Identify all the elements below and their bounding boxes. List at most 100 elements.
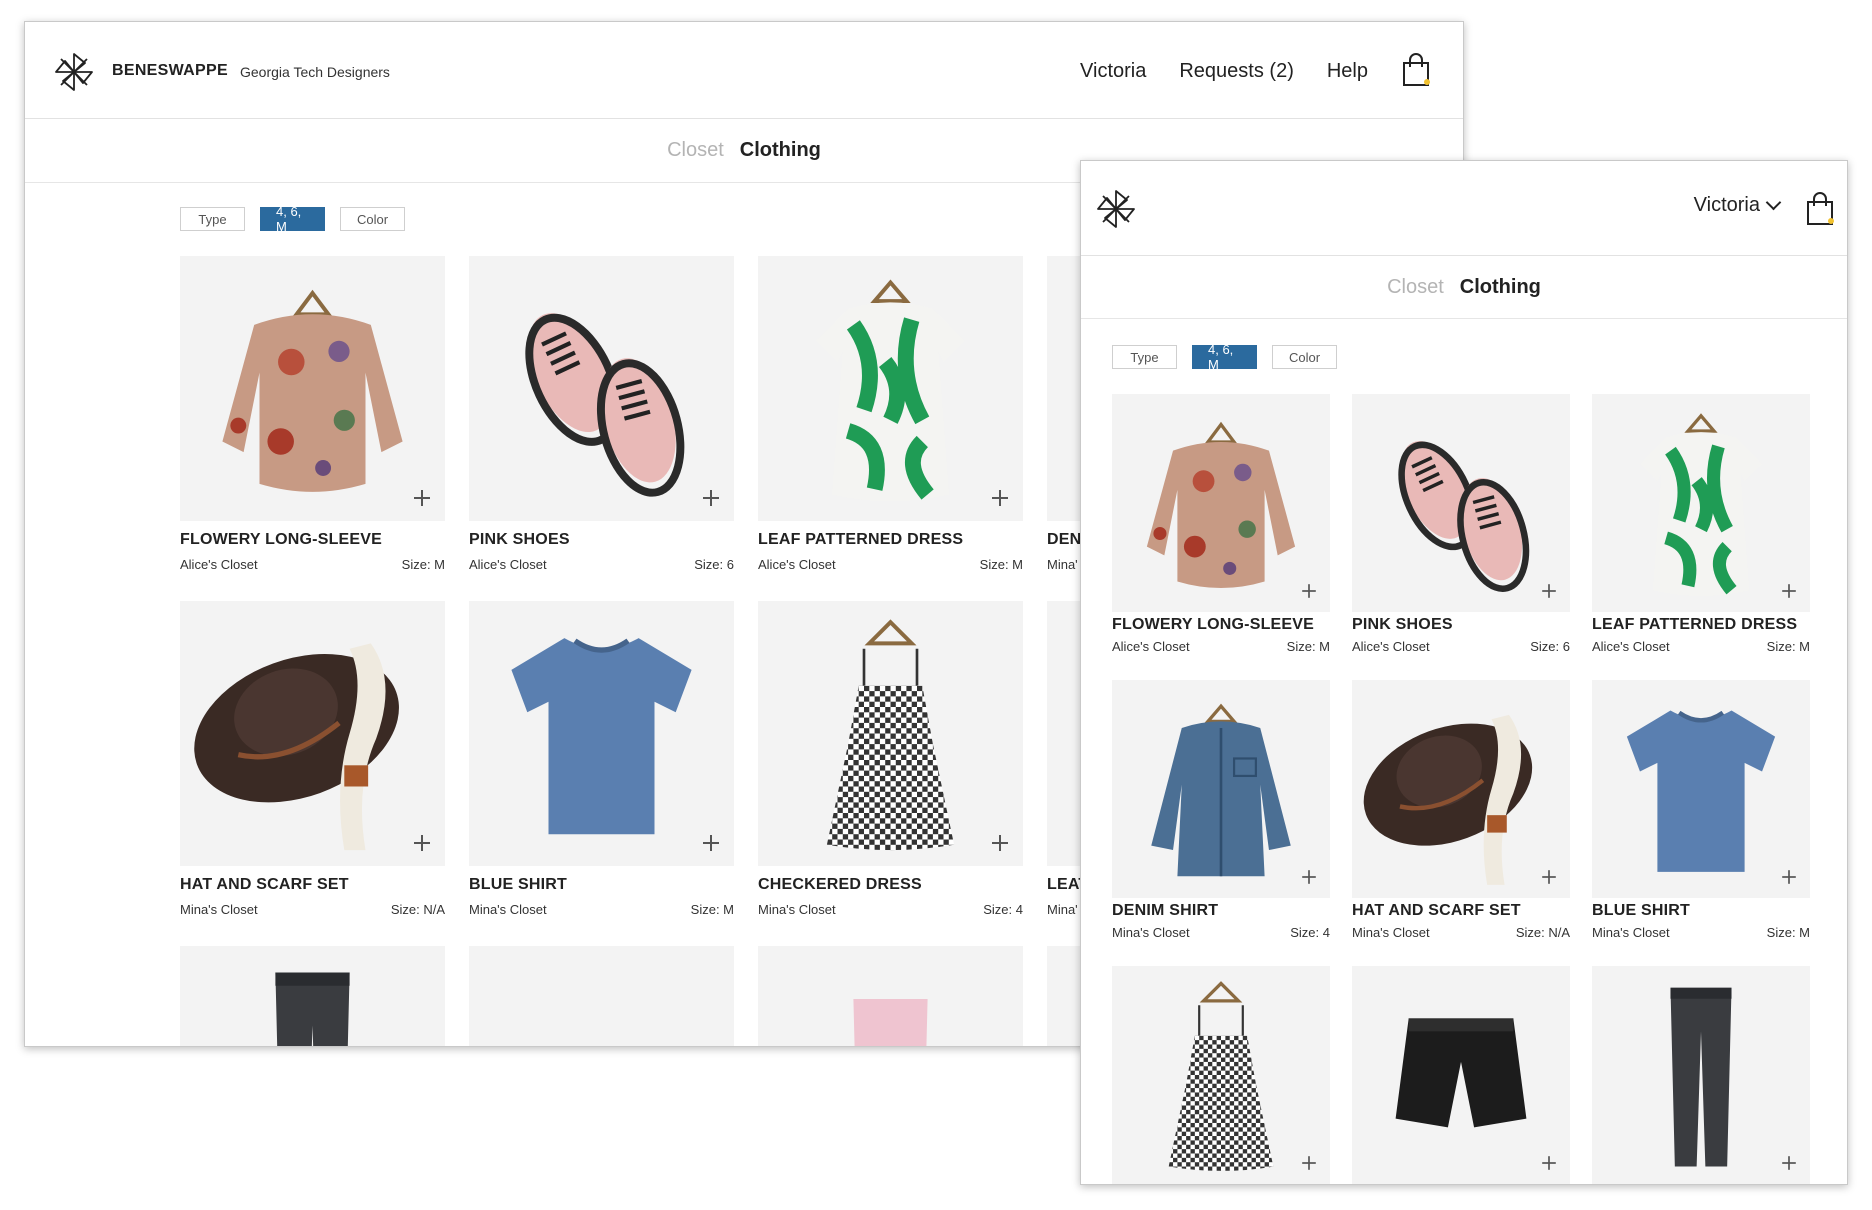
pinwheel-logo-icon[interactable] [53,51,95,93]
product-card[interactable]: DENIM SHIRT Mina's Closet Size: 4 [1112,680,1330,940]
nav-requests[interactable]: Requests (2) [1179,60,1294,83]
product-title[interactable]: HAT AND SCARF SET [180,876,349,894]
product-closet[interactable]: Mina's Closet [1592,925,1670,940]
product-image[interactable] [758,601,1023,866]
product-closet[interactable]: Alice's Closet [1592,639,1670,654]
product-card[interactable]: LEAF PATTERNED DRESS Alice's Closet Size: … [1592,394,1810,654]
nav-user-victoria[interactable]: Victoria [1080,60,1146,83]
product-card[interactable] [469,946,734,1046]
add-to-cart-plus-icon[interactable] [1301,1155,1316,1170]
product-image[interactable] [1112,966,1330,1184]
product-image[interactable] [1592,394,1810,612]
product-image[interactable] [758,946,1023,1046]
add-to-cart-plus-icon[interactable] [1781,1155,1796,1170]
product-title[interactable]: BLUE SHIRT [469,876,567,894]
product-card[interactable]: PINK SHOES Alice's Closet Size: 6 [1352,394,1570,654]
add-to-cart-plus-icon[interactable] [1781,869,1796,884]
product-closet[interactable]: Mina's Closet [1352,925,1430,940]
add-to-cart-plus-icon[interactable] [413,834,431,852]
product-card[interactable]: FLOWERY LONG-SLEEVE Alice's Closet Size: M [180,256,445,572]
product-card[interactable] [1592,966,1810,1184]
product-closet[interactable]: Alice's Closet [469,557,547,572]
product-card[interactable]: BLUE SHIRT Mina's Closet Size: M [1592,680,1810,940]
product-image[interactable] [1592,680,1810,898]
add-to-cart-plus-icon[interactable] [1541,869,1556,884]
product-card[interactable] [1112,966,1330,1184]
product-image[interactable] [469,601,734,866]
product-title[interactable]: BLUE SHIRT [1592,902,1690,920]
product-title[interactable]: HAT AND SCARF SET [1352,902,1521,920]
nav-help[interactable]: Help [1327,60,1368,83]
product-closet[interactable]: Alice's Closet [1112,639,1190,654]
product-image[interactable] [180,946,445,1046]
filter-type[interactable]: Type [180,207,245,231]
breadcrumb-closet[interactable]: Closet [667,139,724,162]
product-image[interactable] [1352,680,1570,898]
product-card[interactable]: LEAF PATTERNED DRESS Alice's Closet Size: … [758,256,1023,572]
product-image[interactable] [1352,394,1570,612]
product-image[interactable] [758,256,1023,521]
product-closet[interactable]: Mina's Closet [1112,925,1190,940]
product-title[interactable]: FLOWERY LONG-SLEEVE [1112,616,1314,634]
brand-name: BENESWAPPE [112,62,228,79]
pinwheel-logo-icon[interactable] [1095,188,1137,230]
tablet-header: Victoria [1081,161,1847,256]
product-card[interactable]: HAT AND SCARF SET Mina's Closet Size: N/A [180,601,445,917]
shopping-bag-icon[interactable] [1805,192,1835,226]
product-image[interactable] [1112,394,1330,612]
breadcrumb-closet[interactable]: Closet [1387,276,1444,299]
product-title[interactable]: LEAF PATTERNED DRESS [758,531,963,549]
filter-type[interactable]: Type [1112,345,1177,369]
product-title[interactable]: DEN [1047,531,1081,549]
product-image[interactable] [469,256,734,521]
product-closet[interactable]: Alice's Closet [180,557,258,572]
product-closet[interactable]: Mina's Closet [469,902,547,917]
product-card[interactable] [180,946,445,1046]
add-to-cart-plus-icon[interactable] [1301,869,1316,884]
blue-tee-icon [1626,710,1776,872]
product-card[interactable]: BLUE SHIRT Mina's Closet Size: M [469,601,734,917]
product-card[interactable]: CHECKERED DRESS Mina's Closet Size: 4 [758,601,1023,917]
add-to-cart-plus-icon[interactable] [413,489,431,507]
add-to-cart-plus-icon[interactable] [702,834,720,852]
product-title[interactable]: LEAF PATTERNED DRESS [1592,616,1797,634]
product-closet[interactable]: Alice's Closet [1352,639,1430,654]
black-jeans-icon [1670,987,1732,1167]
add-to-cart-plus-icon[interactable] [1541,1155,1556,1170]
filter-color[interactable]: Color [1272,345,1337,369]
product-image[interactable] [1352,966,1570,1184]
add-to-cart-plus-icon[interactable] [1301,583,1316,598]
add-to-cart-plus-icon[interactable] [702,489,720,507]
check-dress-icon [1168,981,1274,1171]
product-image[interactable] [180,256,445,521]
product-image[interactable] [180,601,445,866]
product-card[interactable]: PINK SHOES Alice's Closet Size: 6 [469,256,734,572]
product-closet[interactable]: Mina's Closet [758,902,836,917]
product-closet[interactable]: Mina' [1047,902,1078,917]
product-title[interactable]: PINK SHOES [469,531,570,549]
product-card[interactable]: FLOWERY LONG-SLEEVE Alice's Closet Size: M [1112,394,1330,654]
product-card[interactable] [1352,966,1570,1184]
add-to-cart-plus-icon[interactable] [991,834,1009,852]
add-to-cart-plus-icon[interactable] [991,489,1009,507]
filter-size[interactable]: 4, 6, M [1192,342,1257,372]
product-title[interactable]: PINK SHOES [1352,616,1453,634]
product-image[interactable] [1112,680,1330,898]
add-to-cart-plus-icon[interactable] [1781,583,1796,598]
product-meta: Alice's Closet Size: M [1592,639,1810,654]
product-title[interactable]: DENIM SHIRT [1112,902,1218,920]
product-image[interactable] [469,946,734,1046]
product-title[interactable]: FLOWERY LONG-SLEEVE [180,531,382,549]
user-menu[interactable]: Victoria [1694,194,1782,217]
shopping-bag-icon[interactable] [1401,53,1431,87]
product-card[interactable] [758,946,1023,1046]
product-closet[interactable]: Mina's Closet [180,902,258,917]
product-closet[interactable]: Mina' [1047,557,1078,572]
filter-size[interactable]: 4, 6, M [260,204,325,234]
product-title[interactable]: CHECKERED DRESS [758,876,922,894]
filter-color[interactable]: Color [340,207,405,231]
product-image[interactable] [1592,966,1810,1184]
product-closet[interactable]: Alice's Closet [758,557,836,572]
product-card[interactable]: HAT AND SCARF SET Mina's Closet Size: N/A [1352,680,1570,940]
add-to-cart-plus-icon[interactable] [1541,583,1556,598]
